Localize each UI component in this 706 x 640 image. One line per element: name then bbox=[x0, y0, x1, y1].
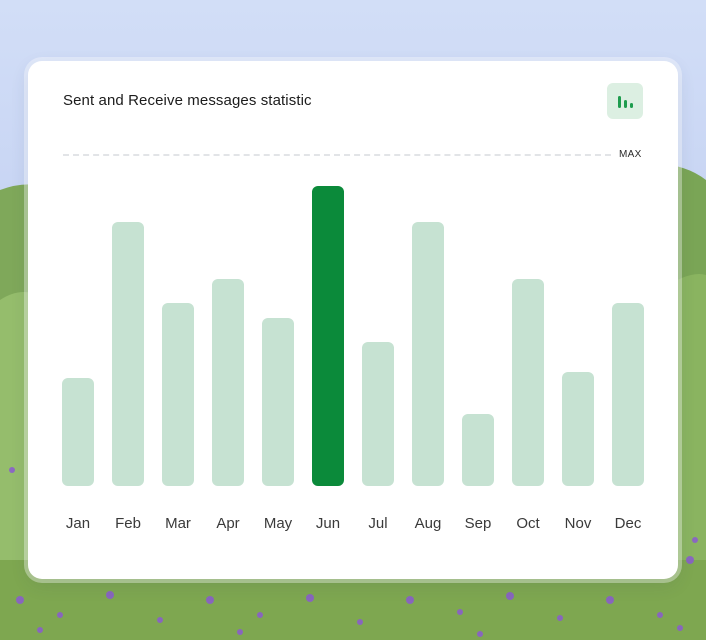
bar-jun[interactable] bbox=[312, 186, 344, 486]
bar-chart: Jan Feb Mar Apr May Jun Jul Aug Sep Oct Nov Dec bbox=[62, 186, 644, 532]
bar-jan[interactable] bbox=[62, 378, 94, 486]
month-label-jun: Jun bbox=[316, 515, 340, 532]
bar-jul[interactable] bbox=[362, 342, 394, 486]
month-label-jan: Jan bbox=[66, 515, 90, 532]
month-label-dec: Dec bbox=[615, 515, 642, 532]
month-label-may: May bbox=[264, 515, 293, 532]
month-label-mar: Mar bbox=[165, 515, 191, 532]
month-label-feb: Feb bbox=[115, 515, 141, 532]
bar-feb[interactable] bbox=[112, 222, 144, 486]
bar-dec[interactable] bbox=[612, 303, 644, 486]
month-label-sep: Sep bbox=[465, 515, 492, 532]
bar-may[interactable] bbox=[262, 318, 294, 486]
month-label-nov: Nov bbox=[565, 515, 592, 532]
month-label-oct: Oct bbox=[516, 515, 540, 532]
month-label-jul: Jul bbox=[368, 515, 387, 532]
statistics-card: Sent and Receive messages statistic MAX … bbox=[28, 61, 678, 579]
bar-aug[interactable] bbox=[412, 222, 444, 486]
bar-oct[interactable] bbox=[512, 279, 544, 486]
bar-nov[interactable] bbox=[562, 372, 594, 486]
bar-sep[interactable] bbox=[462, 414, 494, 486]
bar-mar[interactable] bbox=[162, 303, 194, 486]
bar-apr[interactable] bbox=[212, 279, 244, 486]
month-label-apr: Apr bbox=[216, 515, 239, 532]
month-label-aug: Aug bbox=[415, 515, 442, 532]
